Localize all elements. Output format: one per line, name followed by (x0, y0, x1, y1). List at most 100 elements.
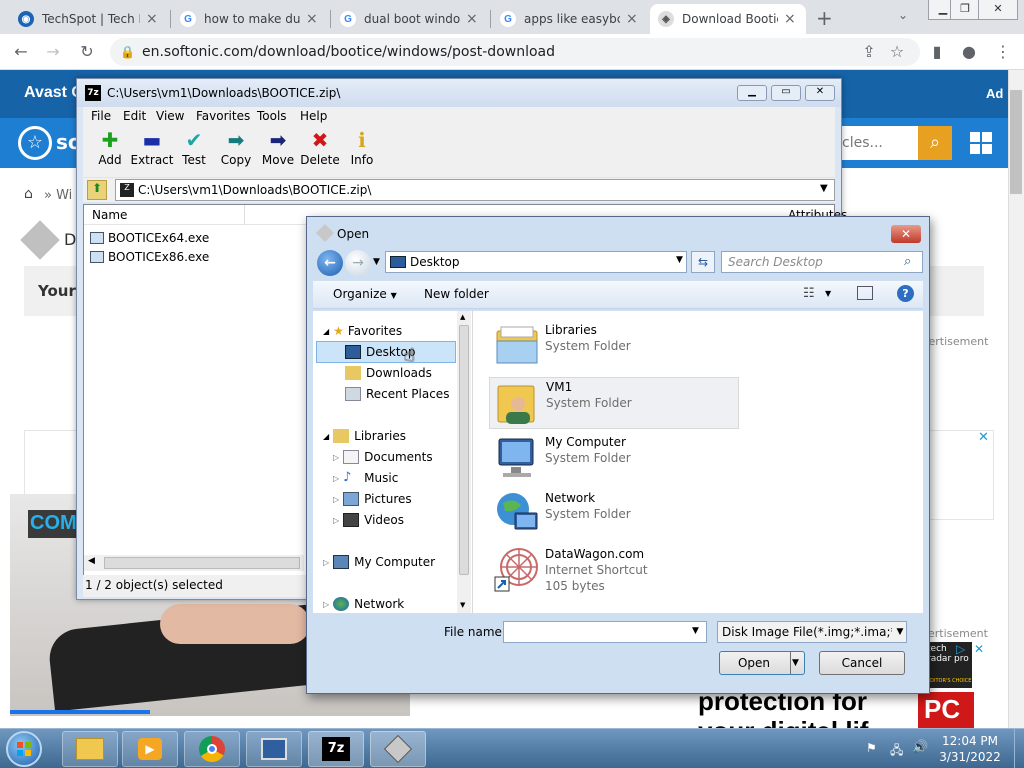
close-window-icon[interactable]: ✕ (978, 0, 1018, 20)
tab-google-3[interactable]: G apps like easybcd × (492, 4, 648, 34)
bookmark-star-icon[interactable]: ☆ (886, 41, 908, 63)
nav-my-computer[interactable]: ▷ My Computer (323, 552, 435, 572)
network-tray-icon[interactable]: 🖧 (890, 741, 903, 762)
list-item[interactable]: DataWagon.com Internet Shortcut 105 byte… (489, 545, 739, 607)
scroll-up-icon[interactable]: ▲ (460, 313, 465, 321)
info-button[interactable]: ℹ Info (337, 127, 387, 167)
close-icon[interactable]: × (626, 11, 640, 27)
back-icon[interactable]: ← (10, 41, 32, 63)
show-desktop-button[interactable] (1014, 729, 1024, 768)
up-folder-icon[interactable]: ⬆ (87, 180, 107, 200)
menu-view[interactable]: View (156, 109, 184, 123)
help-icon[interactable]: ? (897, 285, 914, 302)
reload-icon[interactable]: ↻ (76, 41, 98, 63)
recent-locations-icon[interactable]: ▼ (373, 257, 380, 267)
menu-help[interactable]: Help (300, 109, 327, 123)
preview-pane-icon[interactable] (857, 286, 873, 300)
close-icon[interactable]: ✕ (891, 225, 921, 243)
forward-icon[interactable]: → (345, 250, 371, 276)
home-icon[interactable]: ⌂ (24, 186, 33, 202)
ad-close-icon[interactable]: ✕ (978, 430, 989, 445)
share-icon[interactable]: ⇪ (858, 41, 880, 63)
location-breadcrumb[interactable]: Desktop ▼ (385, 251, 687, 273)
refresh-icon[interactable]: ⇆ (691, 251, 715, 273)
close-icon[interactable]: × (466, 11, 480, 27)
scrollbar-thumb[interactable] (104, 557, 300, 569)
chevron-down-icon[interactable]: ▼ (892, 622, 906, 642)
horizontal-scrollbar[interactable]: ◀ (84, 555, 304, 571)
chevron-down-icon[interactable]: ▼ (825, 289, 831, 298)
view-options-icon[interactable]: ☷ (803, 286, 815, 301)
chevron-down-icon[interactable]: ▼ (792, 652, 799, 674)
menu-tools[interactable]: Tools (257, 109, 287, 123)
tab-google-1[interactable]: G how to make dua × (172, 4, 328, 34)
nav-downloads[interactable]: Downloads (345, 363, 432, 383)
page-scrollbar-thumb[interactable] (1010, 90, 1022, 194)
nav-network[interactable]: ▷ Network (323, 594, 404, 614)
restore-icon[interactable]: ❐ (950, 0, 980, 20)
close-icon[interactable]: × (784, 11, 798, 27)
path-combobox[interactable]: Z C:\Users\vm1\Downloads\BOOTICE.zip\ ▼ (115, 179, 835, 201)
nav-pictures[interactable]: ▷ Pictures (333, 489, 412, 509)
list-item[interactable]: VM1 System Folder (489, 377, 739, 429)
address-bar[interactable]: 🔒 en.softonic.com/download/bootice/windo… (110, 38, 920, 66)
cancel-button[interactable]: Cancel (819, 651, 905, 675)
column-name[interactable]: Name (92, 208, 127, 222)
7zip-titlebar[interactable]: 7z C:\Users\vm1\Downloads\BOOTICE.zip\ ▁… (77, 79, 841, 107)
tab-search-icon[interactable]: ⌄ (898, 8, 908, 22)
maximize-icon[interactable]: ▭ (771, 85, 801, 101)
list-item[interactable]: My Computer System Folder (489, 433, 739, 485)
organize-button[interactable]: Organize ▼ (333, 287, 397, 301)
taskbar-7zip[interactable]: 7z (308, 731, 364, 767)
nav-documents[interactable]: ▷ Documents (333, 447, 433, 467)
start-button[interactable] (6, 731, 42, 767)
nav-favorites[interactable]: ◢ ★ Favorites (323, 321, 402, 341)
chevron-down-icon[interactable]: ▼ (692, 626, 699, 636)
close-icon[interactable]: × (306, 11, 320, 27)
tab-google-2[interactable]: G dual boot windov × (332, 4, 488, 34)
search-input[interactable]: Search Desktop ⌕ (721, 251, 923, 273)
list-item[interactable]: Network System Folder (489, 489, 739, 541)
breadcrumb[interactable]: » Wi (44, 188, 72, 203)
taskbar-chrome[interactable] (184, 731, 240, 767)
list-item[interactable]: Libraries System Folder (489, 321, 739, 373)
search-icon[interactable]: ⌕ (904, 254, 911, 269)
menu-edit[interactable]: Edit (123, 109, 146, 123)
file-type-select[interactable]: Disk Image File(*.img;*.ima;*.vh ▼ (717, 621, 907, 643)
minimize-icon[interactable]: ▁ (737, 85, 767, 101)
list-item[interactable]: BOOTICEx86.exe (90, 248, 209, 266)
tab-softonic[interactable]: ◈ Download Bootice × (650, 4, 806, 34)
taskbar-computer[interactable] (246, 731, 302, 767)
clock[interactable]: 12:04 PM 3/31/2022 (930, 733, 1010, 765)
ad-close-icon[interactable]: ✕ (974, 642, 984, 656)
close-icon[interactable]: ✕ (805, 85, 835, 101)
forward-icon[interactable]: → (42, 41, 64, 63)
chevron-down-icon[interactable]: ▼ (820, 183, 828, 194)
volume-icon[interactable]: 🔊 (912, 740, 928, 755)
close-icon[interactable]: × (146, 11, 160, 27)
menu-file[interactable]: File (91, 109, 111, 123)
nav-libraries[interactable]: ◢ Libraries (323, 426, 406, 446)
scrollbar-thumb[interactable] (459, 325, 469, 575)
windows-icon[interactable] (970, 132, 992, 154)
menu-favorites[interactable]: Favorites (196, 109, 250, 123)
nav-videos[interactable]: ▷ Videos (333, 510, 404, 530)
list-item[interactable]: BOOTICEx64.exe (90, 229, 209, 247)
site-search-input[interactable]: cles... (832, 126, 918, 160)
taskbar-bootice[interactable] (370, 731, 426, 767)
side-panel-icon[interactable]: ▮ (926, 41, 948, 63)
taskbar-media-player[interactable]: ▶ (122, 731, 178, 767)
search-icon[interactable]: ⌕ (918, 126, 952, 160)
nav-music[interactable]: ▷ ♪ Music (333, 468, 398, 488)
profile-avatar-icon[interactable]: ● (958, 41, 980, 63)
taskbar-explorer[interactable] (62, 731, 118, 767)
action-center-icon[interactable]: ⚑ (866, 741, 877, 755)
filename-input[interactable]: ▼ (503, 621, 707, 643)
nav-scrollbar[interactable]: ▲ ▼ (457, 311, 471, 613)
menu-kebab-icon[interactable]: ⋮ (992, 41, 1014, 63)
nav-recent-places[interactable]: Recent Places (345, 384, 449, 404)
softonic-logo-icon[interactable]: ☆ (18, 126, 52, 160)
new-tab-icon[interactable]: + (816, 6, 833, 30)
scroll-down-icon[interactable]: ▼ (460, 601, 465, 609)
chevron-down-icon[interactable]: ▼ (676, 255, 683, 265)
